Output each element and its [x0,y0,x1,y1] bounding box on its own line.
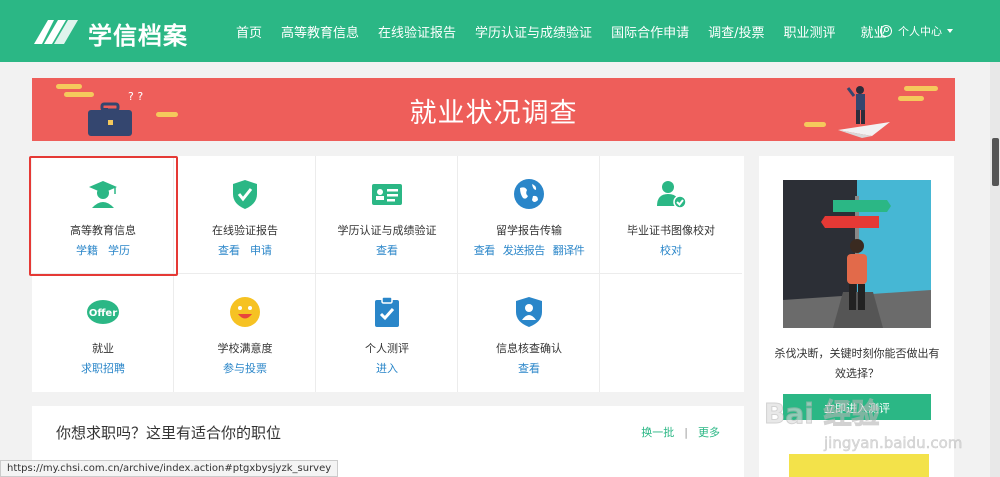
user-check-icon [657,181,687,209]
chevron-down-icon [947,29,953,33]
job-section-title: 你想求职吗？这里有适合你的职位 [56,424,282,442]
nav-home[interactable]: 首页 [236,22,262,41]
service-name: 信息核查确认 [496,342,562,355]
ad-image-secondary[interactable] [789,454,929,477]
link-send-report[interactable]: 发送报告 [503,244,546,257]
id-card-icon [372,184,402,205]
service-name: 学历认证与成绩验证 [337,224,437,237]
link-translation[interactable]: 翻译件 [553,244,585,257]
survey-banner[interactable]: ? ? 就业状况调查 [32,78,955,141]
brand-name[interactable]: 学信档案 [88,16,188,51]
nav-higher-education[interactable]: 高等教育信息 [281,22,359,41]
logo-icon[interactable] [32,16,80,46]
link-proofread[interactable]: 校对 [660,244,682,257]
main-nav: 首页 高等教育信息 在线验证报告 学历认证与成绩验证 国际合作申请 调查/投票 … [236,0,887,62]
service-name: 个人测评 [365,342,409,355]
nav-degree-verification[interactable]: 学历认证与成绩验证 [475,22,592,41]
scrollbar-thumb[interactable] [992,138,999,186]
offer-icon: Offer [87,300,119,324]
link-view[interactable]: 查看 [518,362,540,375]
nav-survey[interactable]: 调查/投票 [708,22,764,41]
nav-career-test[interactable]: 职业测评 [783,22,835,41]
service-study-abroad-report[interactable]: 留学报告传输 查看 发送报告 翻译件 [458,156,600,274]
nav-online-report[interactable]: 在线验证报告 [378,22,456,41]
service-school-satisfaction[interactable]: 学校满意度 参与投票 [174,274,316,392]
svg-text:Offer: Offer [89,308,117,319]
deco-line [898,96,924,101]
clipboard-check-icon [375,296,399,327]
watermark-main: Bai 经验 [764,397,881,431]
globe-icon [514,179,544,209]
service-employment[interactable]: Offer 就业 求职招聘 [32,274,174,392]
scrollbar-track[interactable] [990,62,1000,477]
link-view[interactable]: 查看 [376,244,398,257]
link-enter[interactable]: 进入 [376,362,398,375]
link-job-recruitment[interactable]: 求职招聘 [81,362,125,375]
empty-cell [600,274,742,392]
service-personal-assessment[interactable]: 个人测评 进入 [316,274,458,392]
service-info-verification[interactable]: 信息核查确认 查看 [458,274,600,392]
nav-international[interactable]: 国际合作申请 [611,22,689,41]
top-header: 学信档案 首页 高等教育信息 在线验证报告 学历认证与成绩验证 国际合作申请 调… [0,0,1000,62]
deco-line [804,122,826,127]
service-name: 在线验证报告 [212,224,278,237]
smiley-icon [230,297,260,327]
service-name: 毕业证书图像校对 [627,224,715,237]
ad-image[interactable] [783,180,931,328]
service-name: 留学报告传输 [496,224,562,237]
refresh-button[interactable]: 换一批 [641,426,674,439]
watermark-sub: jingyan.baidu.com [824,434,963,453]
separator: | [684,426,688,439]
link-view[interactable]: 查看 [218,244,240,257]
service-online-report[interactable]: 在线验证报告 查看 申请 [174,156,316,274]
user-center-menu[interactable]: 个人中心 [880,0,953,62]
baidu-watermark: Bai 经验 jingyan.baidu.com [764,392,974,457]
highlight-box [29,156,178,276]
status-bar-url: https://my.chsi.com.cn/archive/index.act… [0,460,339,477]
link-apply[interactable]: 申请 [250,244,272,257]
deco-line [904,86,938,91]
user-icon [880,25,892,37]
user-center-label: 个人中心 [898,25,942,38]
service-degree-verification[interactable]: 学历认证与成绩验证 查看 [316,156,458,274]
link-view[interactable]: 查看 [474,244,496,257]
service-certificate-image[interactable]: 毕业证书图像校对 校对 [600,156,742,274]
user-shield-icon [516,297,542,327]
deco-line [56,84,82,89]
link-vote[interactable]: 参与投票 [223,362,267,375]
service-name: 学校满意度 [217,342,273,355]
crossroads-illustration [783,180,931,328]
service-name: 就业 [92,342,114,355]
ad-text: 杀伐决断，关键时刻你能否做出有效选择？ [774,347,940,380]
more-link[interactable]: 更多 [698,426,720,439]
shield-check-icon [233,180,257,209]
person-on-plane-icon [838,86,890,138]
